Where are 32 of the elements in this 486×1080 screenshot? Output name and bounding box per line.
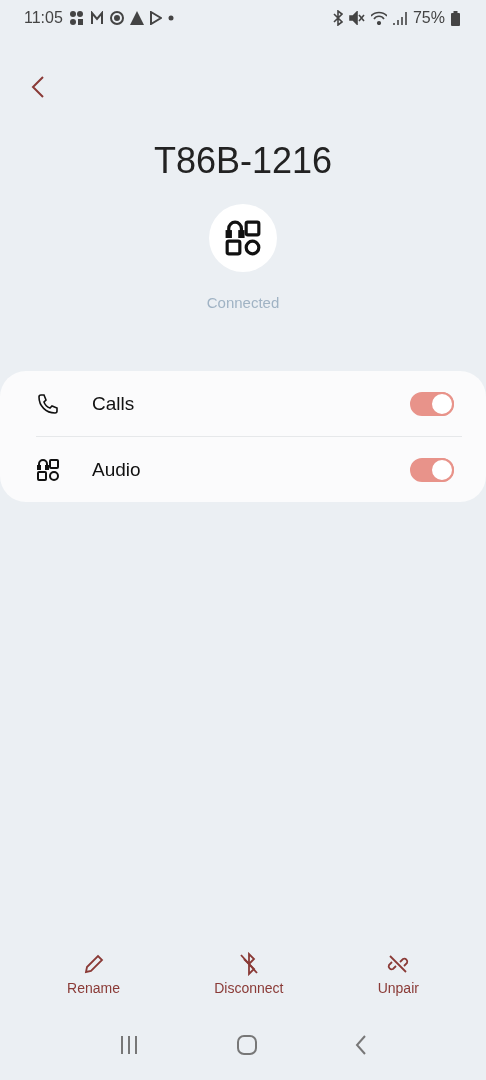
signal-icon xyxy=(392,11,407,25)
mail-icon xyxy=(89,11,104,25)
toggle-switch[interactable] xyxy=(410,391,454,416)
battery-icon xyxy=(451,10,460,26)
triangle-icon xyxy=(129,11,144,25)
play-icon xyxy=(149,11,162,25)
battery-percent: 75% xyxy=(412,9,445,27)
home-button[interactable] xyxy=(237,1035,257,1055)
connection-status: Connected xyxy=(205,294,281,311)
setting-label: Calls xyxy=(92,392,136,415)
audio-icon xyxy=(224,219,262,257)
recents-icon xyxy=(119,1035,139,1055)
back-icon xyxy=(31,75,45,99)
wifi-icon xyxy=(370,11,387,25)
back-icon xyxy=(355,1035,367,1055)
back-nav-button[interactable] xyxy=(355,1035,367,1055)
dots-app-icon xyxy=(68,10,84,26)
circle-icon xyxy=(109,11,124,25)
recents-button[interactable] xyxy=(119,1035,139,1055)
mute-icon xyxy=(348,11,365,25)
setting-label: Audio xyxy=(92,458,142,481)
dot-icon xyxy=(167,15,174,21)
action-button[interactable]: Unpair xyxy=(369,948,427,1000)
home-icon xyxy=(237,1035,257,1055)
action-button[interactable]: Disconnect xyxy=(206,948,292,1000)
device-name: T86B-1216 xyxy=(152,140,334,182)
audio-icon xyxy=(36,457,60,482)
toggle-switch[interactable] xyxy=(410,457,454,482)
phone-icon xyxy=(36,391,60,416)
status-time: 11:05 xyxy=(24,9,63,27)
action-button[interactable]: Rename xyxy=(59,948,128,1000)
bluetooth-icon xyxy=(332,10,343,26)
